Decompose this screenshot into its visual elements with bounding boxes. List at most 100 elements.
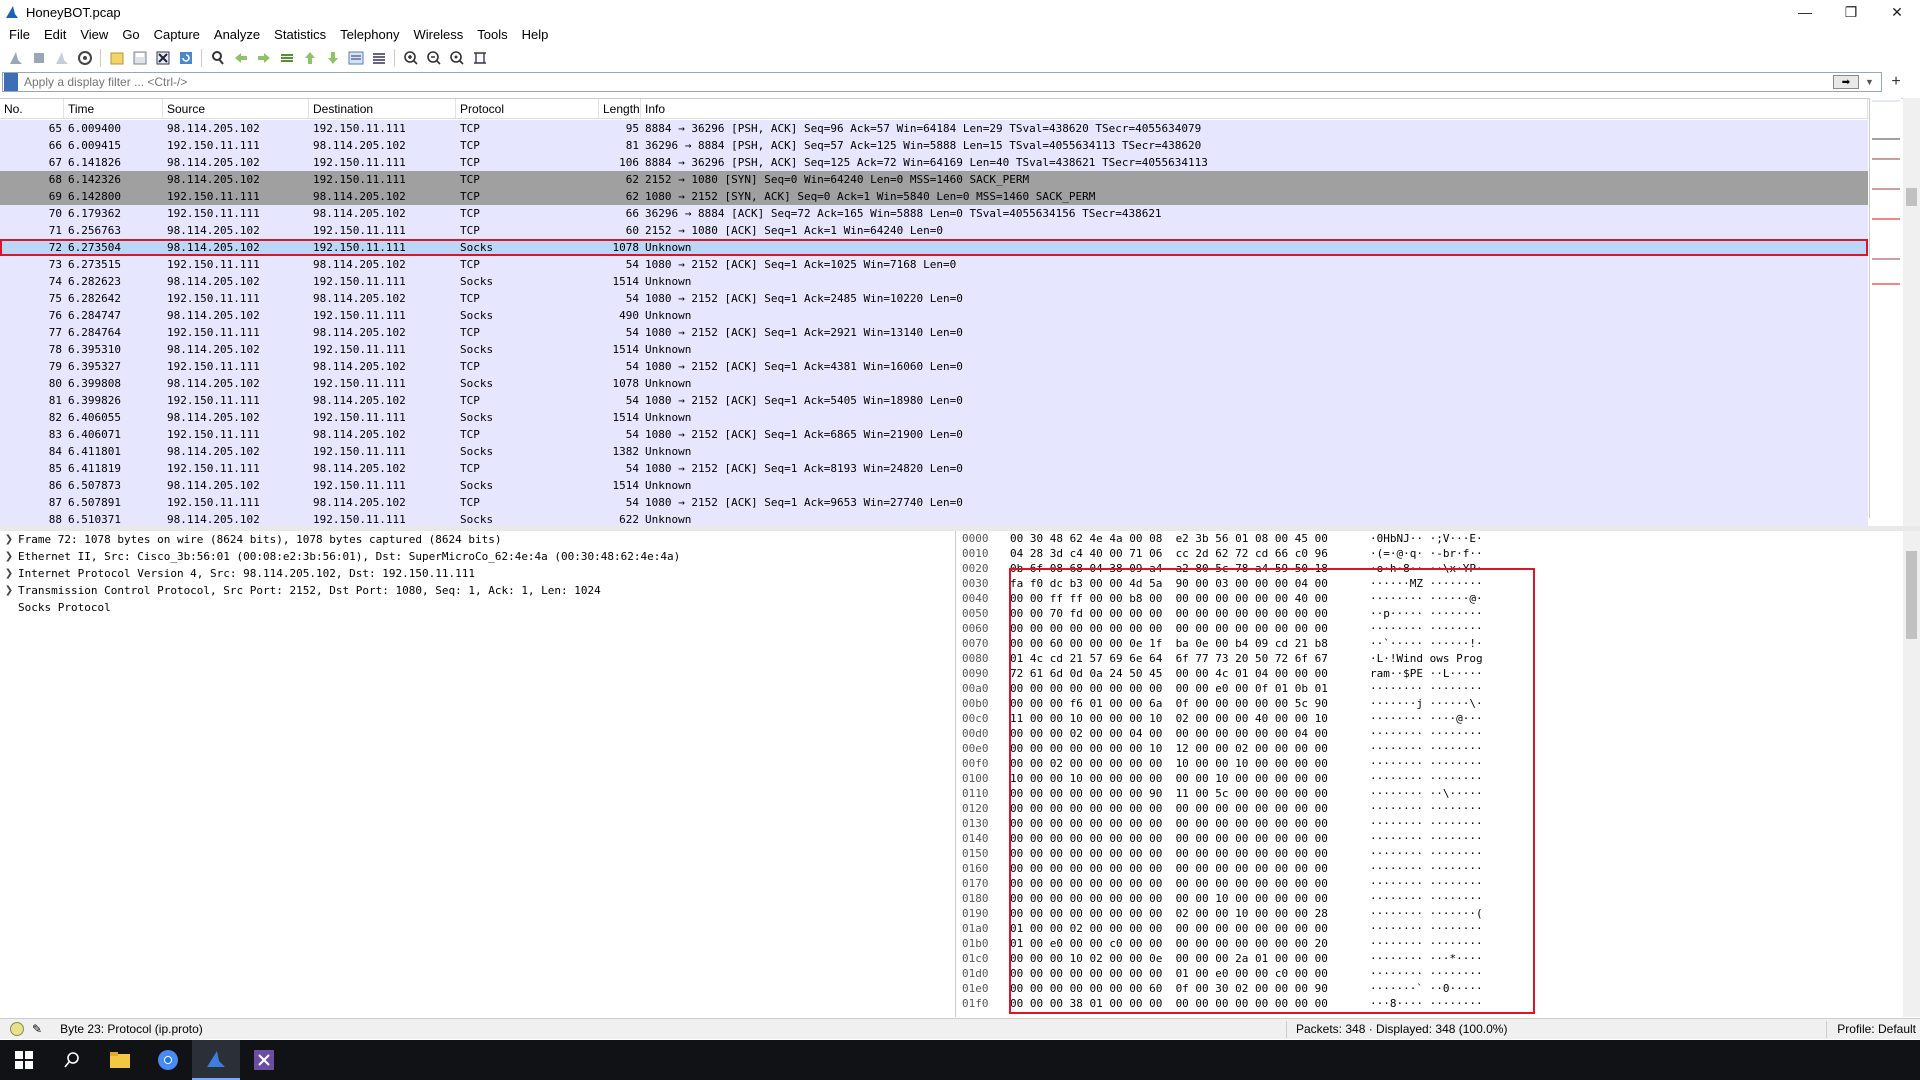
- file-explorer-icon[interactable]: [96, 1040, 144, 1080]
- packet-row[interactable]: 66 6.009415 192.150.11.111 98.114.205.102 TC…: [0, 137, 1868, 154]
- column-header-time[interactable]: Time: [64, 99, 163, 118]
- packet-row[interactable]: 69 6.142800 192.150.11.111 98.114.205.102 TC…: [0, 188, 1868, 205]
- packet-row[interactable]: 78 6.395310 98.114.205.102 192.150.11.111 So…: [0, 341, 1868, 358]
- detail-tree-item[interactable]: ❯ Frame 72: 1078 bytes on wire (8624 bits…: [0, 531, 955, 548]
- display-filter-input[interactable]: [24, 75, 1833, 89]
- cell-src: 98.114.205.102: [167, 309, 260, 322]
- reload-file-icon[interactable]: [176, 49, 195, 68]
- packet-row[interactable]: 70 6.179362 192.150.11.111 98.114.205.102 TC…: [0, 205, 1868, 222]
- packet-row[interactable]: 79 6.395327 192.150.11.111 98.114.205.102 TC…: [0, 358, 1868, 375]
- packet-row[interactable]: 81 6.399826 192.150.11.111 98.114.205.102 TC…: [0, 392, 1868, 409]
- save-file-icon[interactable]: [130, 49, 149, 68]
- profile-text[interactable]: Profile: Default: [1837, 1022, 1916, 1036]
- packet-row[interactable]: 65 6.009400 98.114.205.102 192.150.11.111 TC…: [0, 120, 1868, 137]
- add-filter-button[interactable]: +: [1886, 72, 1906, 92]
- selected-packet-row[interactable]: 72 6.273504 98.114.205.102 192.150.11.111 So…: [0, 239, 1868, 256]
- menu-analyze[interactable]: Analyze: [207, 24, 267, 45]
- zoom-in-icon[interactable]: [401, 49, 420, 68]
- cell-proto: TCP: [460, 122, 480, 135]
- packet-row[interactable]: 85 6.411819 192.150.11.111 98.114.205.102 TC…: [0, 460, 1868, 477]
- packet-list-scrollbar[interactable]: [1903, 98, 1920, 526]
- bookmark-icon[interactable]: [4, 73, 18, 91]
- packet-minimap[interactable]: [1869, 98, 1901, 518]
- column-header-info[interactable]: Info: [641, 99, 1868, 118]
- colorize-icon[interactable]: [369, 49, 388, 68]
- find-packet-icon[interactable]: [208, 49, 227, 68]
- menu-edit[interactable]: Edit: [37, 24, 73, 45]
- expand-arrow-icon[interactable]: ❯: [0, 551, 18, 562]
- menu-file[interactable]: File: [2, 24, 37, 45]
- menu-wireless[interactable]: Wireless: [406, 24, 470, 45]
- cell-proto: TCP: [460, 190, 480, 203]
- cell-len: 1514: [612, 343, 640, 356]
- menu-telephony[interactable]: Telephony: [333, 24, 406, 45]
- resize-columns-icon[interactable]: [470, 49, 489, 68]
- packet-row[interactable]: 87 6.507891 192.150.11.111 98.114.205.102 TC…: [0, 494, 1868, 511]
- minimize-button[interactable]: —: [1782, 0, 1828, 24]
- menu-statistics[interactable]: Statistics: [267, 24, 333, 45]
- packet-row[interactable]: 82 6.406055 98.114.205.102 192.150.11.111 So…: [0, 409, 1868, 426]
- bytes-pane-scrollbar[interactable]: [1903, 531, 1920, 1017]
- column-header-destination[interactable]: Destination: [309, 99, 456, 118]
- close-file-icon[interactable]: [153, 49, 172, 68]
- expand-arrow-icon[interactable]: ❯: [0, 585, 18, 596]
- chrome-icon[interactable]: [144, 1040, 192, 1080]
- menu-capture[interactable]: Capture: [147, 24, 207, 45]
- search-icon[interactable]: [48, 1040, 96, 1080]
- expert-info-icon[interactable]: [10, 1022, 24, 1036]
- menu-view[interactable]: View: [73, 24, 115, 45]
- start-capture-icon[interactable]: [6, 49, 25, 68]
- chevron-down-icon[interactable]: ▼: [1865, 77, 1877, 87]
- cell-time: 6.009415: [68, 139, 121, 152]
- expand-arrow-icon[interactable]: ❯: [0, 534, 18, 545]
- detail-tree-item[interactable]: Socks Protocol: [0, 599, 955, 616]
- packet-row[interactable]: 84 6.411801 98.114.205.102 192.150.11.111 So…: [0, 443, 1868, 460]
- detail-tree-item[interactable]: ❯ Transmission Control Protocol, Src Port…: [0, 582, 955, 599]
- zoom-out-icon[interactable]: [424, 49, 443, 68]
- packet-row[interactable]: 67 6.141826 98.114.205.102 192.150.11.111 TC…: [0, 154, 1868, 171]
- packet-row[interactable]: 74 6.282623 98.114.205.102 192.150.11.111 So…: [0, 273, 1868, 290]
- detail-tree-item[interactable]: ❯ Ethernet II, Src: Cisco_3b:56:01 (00:08…: [0, 548, 955, 565]
- go-back-icon[interactable]: [231, 49, 250, 68]
- visual-studio-icon[interactable]: [240, 1040, 288, 1080]
- hex-row[interactable]: 0000 00 30 48 62 4e 4a 00 08 e2 3b 56 01 …: [962, 531, 1902, 546]
- cell-no: 73: [48, 258, 62, 271]
- cell-proto: TCP: [460, 139, 480, 152]
- apply-filter-arrow-icon[interactable]: ➡: [1833, 75, 1859, 89]
- edit-comment-icon[interactable]: ✎: [32, 1022, 42, 1036]
- packet-row[interactable]: 86 6.507873 98.114.205.102 192.150.11.111 So…: [0, 477, 1868, 494]
- packet-row[interactable]: 68 6.142326 98.114.205.102 192.150.11.111 TC…: [0, 171, 1868, 188]
- normal-size-icon[interactable]: [447, 49, 466, 68]
- packet-row[interactable]: 73 6.273515 192.150.11.111 98.114.205.102 TC…: [0, 256, 1868, 273]
- menu-tools[interactable]: Tools: [470, 24, 514, 45]
- column-header-protocol[interactable]: Protocol: [456, 99, 599, 118]
- menu-help[interactable]: Help: [515, 24, 556, 45]
- hex-row[interactable]: 0010 04 28 3d c4 40 00 71 06 cc 2d 62 72 …: [962, 546, 1902, 561]
- packet-row[interactable]: 77 6.284764 192.150.11.111 98.114.205.102 TC…: [0, 324, 1868, 341]
- packet-row[interactable]: 71 6.256763 98.114.205.102 192.150.11.111 TC…: [0, 222, 1868, 239]
- restart-capture-icon[interactable]: [52, 49, 71, 68]
- column-header-source[interactable]: Source: [163, 99, 309, 118]
- open-file-icon[interactable]: [107, 49, 126, 68]
- close-button[interactable]: ✕: [1874, 0, 1920, 24]
- packet-row[interactable]: 75 6.282642 192.150.11.111 98.114.205.102 TC…: [0, 290, 1868, 307]
- capture-options-icon[interactable]: [75, 49, 94, 68]
- windows-start-icon[interactable]: [0, 1040, 48, 1080]
- stop-capture-icon[interactable]: [29, 49, 48, 68]
- autoscroll-icon[interactable]: [346, 49, 365, 68]
- packet-row[interactable]: 80 6.399808 98.114.205.102 192.150.11.111 So…: [0, 375, 1868, 392]
- packet-row[interactable]: 76 6.284747 98.114.205.102 192.150.11.111 So…: [0, 307, 1868, 324]
- packet-row[interactable]: 88 6.510371 98.114.205.102 192.150.11.111 So…: [0, 511, 1868, 526]
- wireshark-taskbar-icon[interactable]: [192, 1040, 240, 1080]
- detail-tree-item[interactable]: ❯ Internet Protocol Version 4, Src: 98.11…: [0, 565, 955, 582]
- expand-arrow-icon[interactable]: ❯: [0, 568, 18, 579]
- column-header-length[interactable]: Length: [599, 99, 641, 118]
- last-packet-icon[interactable]: [323, 49, 342, 68]
- go-forward-icon[interactable]: [254, 49, 273, 68]
- menu-go[interactable]: Go: [115, 24, 146, 45]
- column-header-no[interactable]: No.: [0, 99, 64, 118]
- packet-row[interactable]: 83 6.406071 192.150.11.111 98.114.205.102 TC…: [0, 426, 1868, 443]
- first-packet-icon[interactable]: [300, 49, 319, 68]
- maximize-button[interactable]: ❐: [1828, 0, 1874, 24]
- go-to-packet-icon[interactable]: [277, 49, 296, 68]
